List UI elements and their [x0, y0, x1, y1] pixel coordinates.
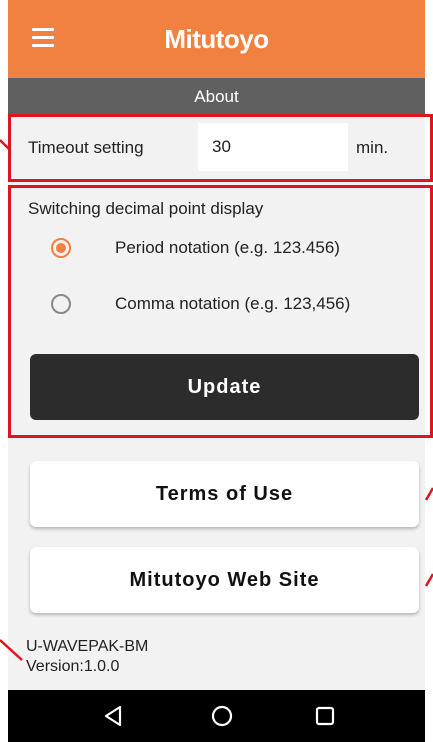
- timeout-unit: min.: [356, 138, 389, 157]
- terms-of-use-button[interactable]: Terms of Use: [30, 461, 419, 527]
- radio-checked-icon[interactable]: [51, 238, 71, 258]
- timeout-setting-row: Timeout setting min.: [8, 116, 425, 180]
- app-bar: Mitutoyo: [8, 0, 425, 78]
- timeout-input[interactable]: [198, 123, 348, 171]
- pointer-line-terms: [424, 487, 433, 501]
- radio-unchecked-icon[interactable]: [51, 294, 71, 314]
- android-navigation-bar: [8, 690, 425, 742]
- app-version: Version:1.0.0: [26, 658, 120, 675]
- decimal-display-title: Switching decimal point display: [28, 199, 264, 218]
- period-notation-label: Period notation (e.g. 123.456): [115, 238, 340, 257]
- page-title: About: [8, 78, 425, 116]
- radio-period-notation[interactable]: Period notation (e.g. 123.456): [8, 230, 425, 270]
- home-circle-icon[interactable]: [208, 702, 236, 730]
- radio-comma-notation[interactable]: Comma notation (e.g. 123,456): [8, 286, 425, 326]
- brand-logo: Mitutoyo: [164, 24, 269, 54]
- phone-screen: Mitutoyo About Timeout setting min. Swit…: [8, 0, 425, 742]
- comma-notation-label: Comma notation (e.g. 123,456): [115, 294, 351, 313]
- mitutoyo-web-site-button[interactable]: Mitutoyo Web Site: [30, 547, 419, 613]
- recent-apps-square-icon[interactable]: [311, 702, 339, 730]
- back-triangle-icon[interactable]: [100, 702, 128, 730]
- pointer-line-website: [424, 573, 433, 587]
- app-name: U-WAVEPAK-BM: [26, 638, 149, 655]
- update-button[interactable]: Update: [30, 354, 419, 420]
- timeout-label: Timeout setting: [28, 138, 144, 157]
